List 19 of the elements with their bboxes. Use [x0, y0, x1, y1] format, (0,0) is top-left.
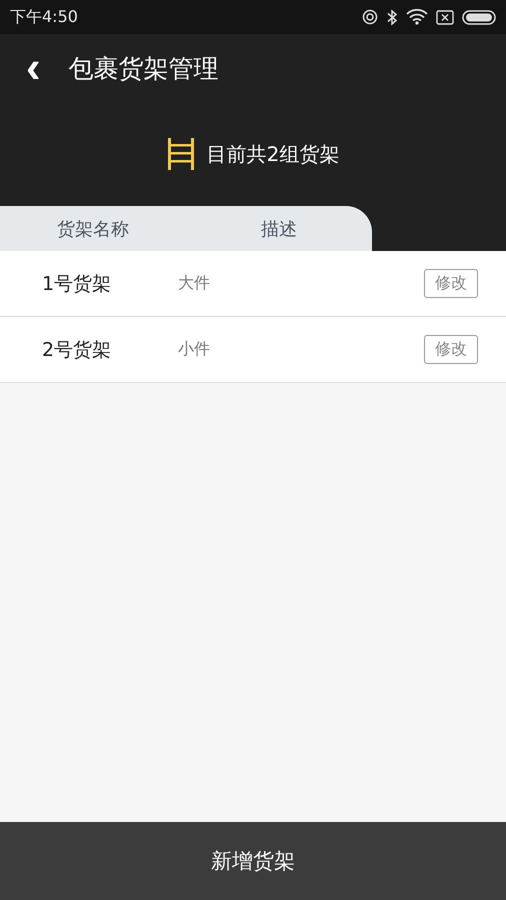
shelf-name: 1号货架	[42, 272, 112, 296]
back-button[interactable]: ‹	[26, 46, 41, 90]
no-sim-icon	[436, 10, 454, 24]
column-header: 货架名称	[56, 218, 130, 241]
shelf-name: 2号货架	[42, 338, 112, 362]
bluetooth-icon	[386, 8, 398, 26]
column-header: 描述	[260, 218, 298, 241]
shelf-count-text: 目前共2组货架	[206, 140, 340, 168]
wifi-icon	[406, 9, 428, 25]
edit-button[interactable]: 修改	[424, 269, 478, 298]
hotspot-icon	[362, 9, 378, 25]
battery-icon	[462, 10, 496, 24]
status-time: 下午4:50	[10, 6, 78, 28]
add-shelf-button[interactable]: 新增货架	[0, 822, 506, 900]
shelf-description: 小件	[178, 339, 211, 360]
shelf-description: 大件	[178, 273, 211, 294]
page-title: 包裹货架管理	[68, 52, 219, 85]
shelf-icon	[166, 138, 195, 170]
edit-button[interactable]: 修改	[424, 335, 478, 364]
